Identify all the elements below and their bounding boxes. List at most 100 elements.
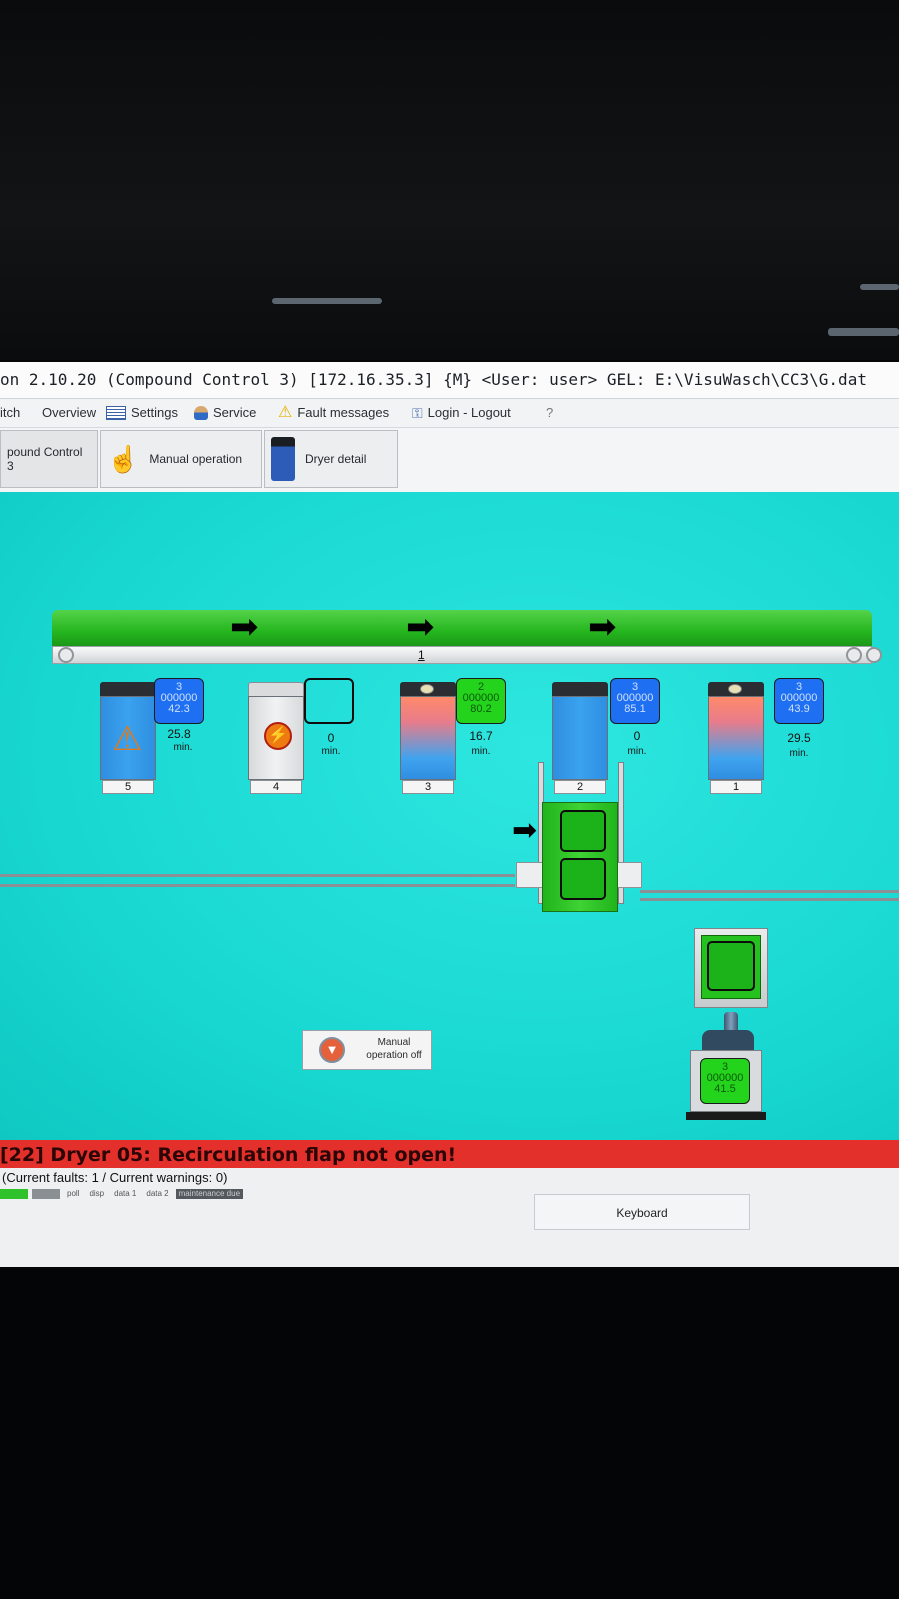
menu-item-help[interactable]: ? <box>546 405 553 420</box>
status-value: 41.5 <box>714 1083 736 1095</box>
dryer-4-status-box[interactable] <box>304 678 354 724</box>
shuttle-rail <box>640 898 899 901</box>
shuttle-rail <box>0 874 515 877</box>
dryer-2-time-unit: min. <box>627 746 647 757</box>
led-run: run <box>0 1189 28 1199</box>
dryer-1-status-box[interactable]: 3 000000 43.9 <box>774 678 824 724</box>
load-direction-arrow-icon: ➡ <box>512 814 538 847</box>
service-user-icon <box>194 405 208 420</box>
basket[interactable] <box>560 858 606 900</box>
dryer-number: 1 <box>710 780 762 794</box>
status-indicator-row: run idle poll disp data 1 data 2 mainten… <box>0 1188 244 1200</box>
dryer-5[interactable]: ⚠ 5 <box>100 682 156 794</box>
led-data2: data 2 <box>146 1189 169 1198</box>
hand-pointer-icon: ☝ <box>107 444 140 474</box>
toolbar: pound Control 3 ☝ Manual operation Dryer… <box>0 428 899 494</box>
gauge-icon <box>420 684 434 694</box>
monitor-bezel-bottom <box>0 1267 899 1599</box>
dryer-5-time: 25.8 <box>167 727 191 741</box>
shuttle-rail <box>0 884 515 887</box>
button-label: Dryer detail <box>305 452 367 466</box>
menu-item-login-logout[interactable]: ⚿ Login - Logout <box>412 405 511 420</box>
menu-item-label: itch <box>0 405 21 420</box>
login-key-icon: ⚿ <box>412 404 423 421</box>
led-poll: poll <box>67 1189 80 1198</box>
screen-glare <box>860 284 899 290</box>
dryer-4-time-unit: min. <box>321 746 341 757</box>
dryer-3-time-unit: min. <box>471 746 491 757</box>
dryer-body <box>708 696 764 780</box>
monitor-bezel-top <box>0 0 899 360</box>
menu-item-settings[interactable]: Settings <box>106 405 178 420</box>
process-visualization: ➡ ➡ ➡ 1 ⚠ 5 3 000000 42.3 25.8 min. ⚡ 4 <box>0 492 899 1140</box>
menu-item-label: Service <box>213 405 257 420</box>
lift-station-status-box[interactable]: 3 000000 41.5 <box>700 1058 750 1104</box>
dryer-2-time: 0 <box>633 729 641 743</box>
button-label-line1: Manual <box>377 1037 411 1048</box>
fault-message-banner[interactable]: [22] Dryer 05: Recirculation flap not op… <box>0 1140 899 1168</box>
stop-triangle-icon: ▼ <box>319 1037 345 1063</box>
dryer-3-time: 16.7 <box>469 729 493 743</box>
conveyor-frame <box>52 646 872 664</box>
menu-item-label: Overview <box>42 405 97 420</box>
conveyor-roller-icon <box>846 647 862 663</box>
menu-bar: itch Overview Settings Service ⚠ Fault m… <box>0 399 899 428</box>
led-idle: idle <box>32 1189 60 1199</box>
basket[interactable] <box>560 810 606 852</box>
dryer-icon <box>271 437 295 481</box>
lift-station[interactable]: 3 000000 41.5 <box>686 1012 766 1120</box>
menu-item-service[interactable]: Service <box>194 405 256 420</box>
unload-station[interactable] <box>694 928 768 1008</box>
dryer-body <box>400 696 456 780</box>
status-value: 85.1 <box>624 703 646 715</box>
conveyor-roller-icon <box>58 647 74 663</box>
warning-icon: ⚠ <box>278 403 293 421</box>
dryer-1-time: 29.5 <box>787 731 811 745</box>
transport-conveyor-belt[interactable] <box>52 610 872 650</box>
dryer-number: 4 <box>250 780 302 794</box>
menu-item-label: ? <box>546 405 554 420</box>
menu-item-label: Login - Logout <box>427 405 511 420</box>
screen-glare <box>828 328 899 336</box>
menu-item-label: Settings <box>131 405 178 420</box>
basket[interactable] <box>707 941 755 991</box>
menu-item-overview[interactable]: Overview <box>42 405 96 420</box>
screen-glare <box>272 298 382 304</box>
led-disp: disp <box>89 1189 105 1198</box>
conveyor-roller-icon <box>866 647 882 663</box>
menu-item-fault-messages[interactable]: ⚠ Fault messages <box>278 403 390 421</box>
dryer-detail-button[interactable]: Dryer detail <box>264 430 398 488</box>
dryer-1[interactable]: 1 <box>708 682 764 794</box>
warning-triangle-icon: ⚠ <box>112 720 143 758</box>
status-value: 80.2 <box>470 703 492 715</box>
dryer-4[interactable]: ⚡ 4 <box>248 682 304 794</box>
status-value: 42.3 <box>168 703 190 715</box>
manual-operation-button[interactable]: ☝ Manual operation <box>100 430 262 488</box>
dryer-3-status-box[interactable]: 2 000000 80.2 <box>456 678 506 724</box>
button-label: Manual operation <box>149 452 243 466</box>
led-data1: data 1 <box>114 1189 137 1198</box>
gauge-icon <box>728 684 742 694</box>
status-value: 43.9 <box>788 703 810 715</box>
led-maintenance-due: maintenance due <box>175 1189 244 1199</box>
dryer-1-time-unit: min. <box>789 748 809 759</box>
fault-lightning-icon: ⚡ <box>264 722 292 750</box>
menu-item-label: Fault messages <box>297 405 390 420</box>
direction-arrow-icon: ➡ <box>406 608 435 646</box>
dryer-4-time: 0 <box>327 731 335 745</box>
tab-label: pound Control 3 <box>7 445 83 473</box>
dryer-2-status-box[interactable]: 3 000000 85.1 <box>610 678 660 724</box>
fault-counts: (Current faults: 1 / Current warnings: 0… <box>2 1170 228 1185</box>
shuttle-rail <box>640 890 899 893</box>
window-title: on 2.10.20 (Compound Control 3) [172.16.… <box>0 362 899 399</box>
application-window: on 2.10.20 (Compound Control 3) [172.16.… <box>0 362 899 1267</box>
dryer-5-time-unit: min. <box>173 742 193 753</box>
dryer-3[interactable]: 3 <box>400 682 456 794</box>
menu-item-switch[interactable]: itch <box>0 405 20 420</box>
tab-compound-control[interactable]: pound Control 3 <box>0 430 98 488</box>
dryer-number: 5 <box>102 780 154 794</box>
keyboard-button[interactable]: Keyboard <box>534 1194 750 1230</box>
manual-operation-off-button[interactable]: ▼ Manual operation off <box>302 1030 432 1070</box>
dryer-5-status-box[interactable]: 3 000000 42.3 <box>154 678 204 724</box>
direction-arrow-icon: ➡ <box>588 608 617 646</box>
